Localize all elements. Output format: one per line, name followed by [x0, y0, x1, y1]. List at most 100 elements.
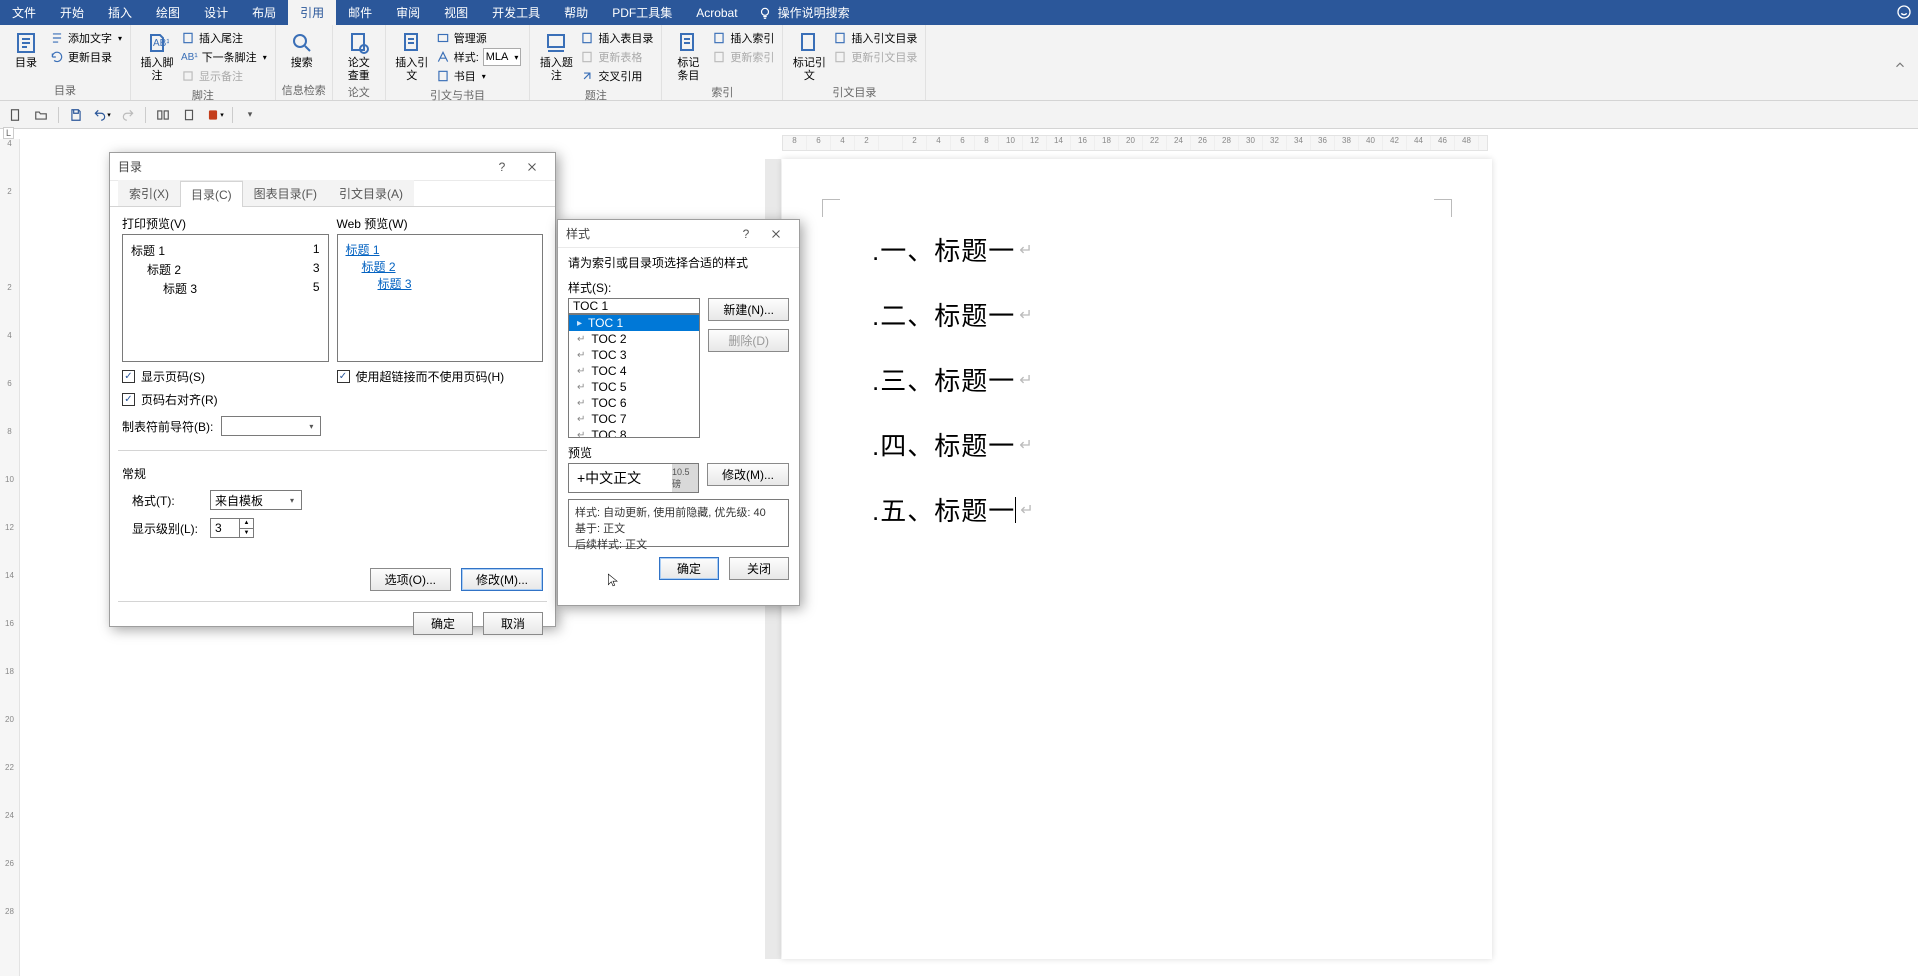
toc-tab-figures[interactable]: 图表目录(F) — [243, 180, 328, 206]
update-index-button[interactable]: 更新索引 — [710, 48, 776, 66]
qat-more[interactable]: ▾ — [241, 106, 259, 124]
style-list-item[interactable]: ↵TOC 6 — [569, 395, 699, 411]
notes-icon — [181, 69, 195, 83]
style-name-field[interactable]: TOC 1 — [568, 298, 700, 314]
qat-pdf[interactable]: ▾ — [206, 106, 224, 124]
delete-style-button[interactable]: 删除(D) — [708, 329, 789, 352]
preview-label: 预览 — [568, 444, 789, 461]
toc-tab-toc[interactable]: 目录(C) — [180, 181, 243, 207]
toc-ok-button[interactable]: 确定 — [413, 612, 473, 635]
qat-layout1[interactable] — [154, 106, 172, 124]
style-close-button[interactable]: 关闭 — [729, 557, 789, 580]
chk-show-pages[interactable]: ✓ — [122, 370, 135, 383]
document-page[interactable]: .一、标题一↵ .二、标题一↵ .三、标题一↵ .四、标题一↵ .五、标题一↵ — [782, 159, 1492, 959]
tab-layout[interactable]: 布局 — [240, 0, 288, 25]
qat-redo[interactable] — [119, 106, 137, 124]
tab-references[interactable]: 引用 — [288, 0, 336, 25]
insert-endnote-button[interactable]: 插入尾注 — [179, 29, 269, 47]
update-toc-button[interactable]: 更新目录 — [48, 48, 124, 66]
tab-insert[interactable]: 插入 — [96, 0, 144, 25]
insert-fig-toc-button[interactable]: 插入表目录 — [578, 29, 655, 47]
tab-file[interactable]: 文件 — [0, 0, 48, 25]
insert-footnote-button[interactable]: AB¹ 插入脚注 — [137, 27, 177, 82]
spin-up[interactable]: ▲ — [239, 519, 253, 528]
spin-down[interactable]: ▼ — [239, 528, 253, 538]
qat-new[interactable] — [6, 106, 24, 124]
tab-selector[interactable]: L — [3, 127, 14, 139]
tab-developer[interactable]: 开发工具 — [480, 0, 552, 25]
heading-line[interactable]: .五、标题一↵ — [872, 491, 1442, 528]
bibliography-button[interactable]: 书目▾ — [434, 67, 524, 85]
toc-dialog-close[interactable] — [517, 153, 547, 180]
new-style-button[interactable]: 新建(N)... — [708, 298, 789, 321]
ribbon-body: 目录 添加文字▾ 更新目录 目录 AB¹ 插入脚注 插入尾注 AB¹下一条脚注▾… — [0, 25, 1918, 101]
web-preview-label: Web 预览(W) — [337, 215, 544, 232]
modify-button[interactable]: 修改(M)... — [461, 568, 543, 591]
style-list-item[interactable]: ↵TOC 2 — [569, 331, 699, 347]
tab-view[interactable]: 视图 — [432, 0, 480, 25]
mark-citation-button[interactable]: 标记引文 — [789, 27, 829, 82]
update-table-button[interactable]: 更新表格 — [578, 48, 655, 66]
tab-review[interactable]: 审阅 — [384, 0, 432, 25]
citation-style-button[interactable]: 样式: MLA▾ — [434, 48, 524, 66]
style-listbox[interactable]: ▸TOC 1↵TOC 2↵TOC 3↵TOC 4↵TOC 5↵TOC 6↵TOC… — [568, 314, 700, 438]
group-toa: 标记引文 插入引文目录 更新引文目录 引文目录 — [783, 25, 926, 100]
style-list-item[interactable]: ▸TOC 1 — [569, 315, 699, 331]
heading-line[interactable]: .一、标题一↵ — [872, 231, 1442, 268]
heading-line[interactable]: .四、标题一↵ — [872, 426, 1442, 463]
plagiarism-button[interactable]: 论文 查重 — [339, 27, 379, 82]
show-notes-button[interactable]: 显示备注 — [179, 67, 269, 85]
chk-right-align[interactable]: ✓ — [122, 393, 135, 406]
manage-sources-button[interactable]: 管理源 — [434, 29, 524, 47]
cross-ref-button[interactable]: 交叉引用 — [578, 67, 655, 85]
next-footnote-button[interactable]: AB¹下一条脚注▾ — [179, 48, 269, 66]
style-dialog-titlebar[interactable]: 样式 ? — [558, 220, 799, 248]
toc-tab-index[interactable]: 索引(X) — [118, 180, 180, 206]
style-ok-button[interactable]: 确定 — [659, 557, 719, 580]
print-preview-box: 标题 11标题 23标题 35 — [122, 234, 329, 362]
toc-tab-toa[interactable]: 引文目录(A) — [328, 180, 414, 206]
insert-citation-button[interactable]: 插入引文 — [392, 27, 432, 82]
qat-save[interactable] — [67, 106, 85, 124]
tab-help[interactable]: 帮助 — [552, 0, 600, 25]
style-list-item[interactable]: ↵TOC 7 — [569, 411, 699, 427]
style-dialog-help[interactable]: ? — [731, 220, 761, 247]
qat-layout2[interactable] — [180, 106, 198, 124]
chk-hyperlinks[interactable]: ✓ — [337, 370, 350, 383]
feedback-icon[interactable] — [1896, 4, 1912, 23]
insert-toa-button[interactable]: 插入引文目录 — [831, 29, 919, 47]
insert-index-button[interactable]: 插入索引 — [710, 29, 776, 47]
update-toa-button[interactable]: 更新引文目录 — [831, 48, 919, 66]
toc-dialog-help[interactable]: ? — [487, 153, 517, 180]
add-text-button[interactable]: 添加文字▾ — [48, 29, 124, 47]
mark-entry-button[interactable]: 标记 条目 — [668, 27, 708, 82]
qat-undo[interactable]: ▾ — [93, 106, 111, 124]
style-list-item[interactable]: ↵TOC 8 — [569, 427, 699, 438]
tab-mailings[interactable]: 邮件 — [336, 0, 384, 25]
levels-spinner[interactable]: 3 ▲▼ — [210, 518, 254, 538]
style-list-item[interactable]: ↵TOC 3 — [569, 347, 699, 363]
toc-button[interactable]: 目录 — [6, 27, 46, 70]
tab-home[interactable]: 开始 — [48, 0, 96, 25]
search-button[interactable]: 搜索 — [282, 27, 322, 70]
collapse-ribbon-button[interactable] — [1888, 55, 1912, 75]
style-list-item[interactable]: ↵TOC 4 — [569, 363, 699, 379]
options-button[interactable]: 选项(O)... — [370, 568, 451, 591]
toc-cancel-button[interactable]: 取消 — [483, 612, 543, 635]
tab-design[interactable]: 设计 — [192, 0, 240, 25]
heading-line[interactable]: .三、标题一↵ — [872, 361, 1442, 398]
tell-me-search[interactable]: 操作说明搜索 — [758, 0, 850, 25]
tab-pdf[interactable]: PDF工具集 — [600, 0, 684, 25]
tab-draw[interactable]: 绘图 — [144, 0, 192, 25]
heading-line[interactable]: .二、标题一↵ — [872, 296, 1442, 333]
style-dialog-close[interactable] — [761, 220, 791, 247]
insert-caption-button[interactable]: 插入题注 — [536, 27, 576, 82]
format-combo[interactable]: 来自模板▾ — [210, 490, 302, 510]
citation-style-combo[interactable]: MLA▾ — [483, 48, 522, 66]
leader-combo[interactable]: ▾ — [221, 416, 321, 436]
modify-style-button[interactable]: 修改(M)... — [707, 463, 789, 486]
toc-dialog-titlebar[interactable]: 目录 ? — [110, 153, 555, 181]
tab-acrobat[interactable]: Acrobat — [684, 0, 749, 25]
qat-open[interactable] — [32, 106, 50, 124]
style-list-item[interactable]: ↵TOC 5 — [569, 379, 699, 395]
